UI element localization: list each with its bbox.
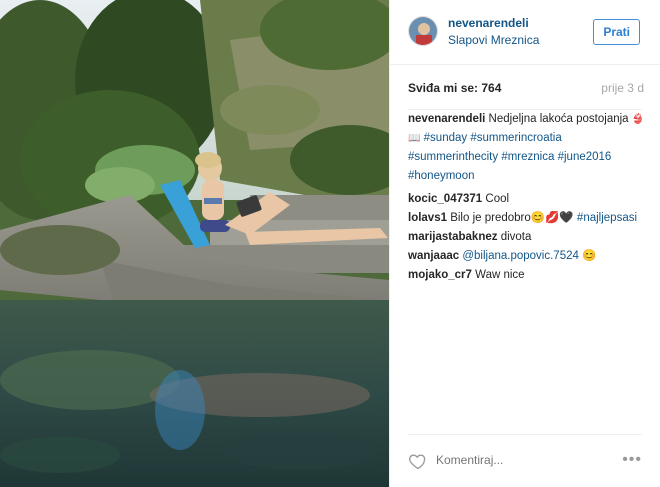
post-location[interactable]: Slapovi Mreznica [448,33,539,47]
hashtag[interactable]: #najljepsasi [577,212,637,224]
comment-username[interactable]: marijastabaknez [408,231,498,243]
instagram-post: nevenarendeli Slapovi Mreznica Prati Svi… [0,0,660,487]
photo-illustration [0,0,389,487]
post-header: nevenarendeli Slapovi Mreznica Prati [390,0,660,65]
comment-item: wanjaaac @biljana.popovic.7524 😊 [408,247,653,266]
caption-username[interactable]: nevenarendeli [408,113,485,125]
comment-text: Bilo je predobro😊💋🖤 [450,212,574,224]
comment-username[interactable]: lolavs1 [408,212,447,224]
likes-label: Sviđa mi se: [408,81,479,95]
comment-item: mojako_cr7 Waw nice [408,266,653,285]
caption-text: Nedjeljna lakoća postojanja [488,113,629,125]
more-options-icon[interactable]: ••• [622,451,642,469]
likes-row: Sviđa mi se: 764 prije 3 d [408,65,644,110]
likes-count[interactable]: Sviđa mi se: 764 [408,81,501,95]
user-avatar[interactable] [408,16,438,46]
hashtag[interactable]: #mreznica [501,151,554,163]
comment-item: lolavs1 Bilo je predobro😊💋🖤 #najljepsasi [408,209,653,228]
hashtag[interactable]: #honeymoon [408,170,475,182]
comment-text: Waw nice [475,269,525,281]
comment-input[interactable] [436,453,606,467]
avatar-image [409,17,437,45]
comment-username[interactable]: wanjaaac [408,250,459,262]
comment-username[interactable]: kocic_047371 [408,193,482,205]
comment-username[interactable]: mojako_cr7 [408,269,472,281]
heart-icon[interactable] [408,451,428,471]
post-footer: ••• [408,434,642,487]
comment-list: nevenarendeli Nedjeljna lakoća postojanj… [408,110,653,285]
comment-item: marijastabaknez divota [408,228,653,247]
hashtag[interactable]: #june2016 [558,151,612,163]
post-time[interactable]: prije 3 d [601,81,644,95]
comment-emoji: 😊 [582,250,597,262]
likes-number: 764 [481,81,502,95]
hashtag[interactable]: #summerincroatia [470,132,561,144]
comment-text: divota [500,231,532,243]
caption: nevenarendeli Nedjeljna lakoća postojanj… [408,110,653,186]
post-photo[interactable] [0,0,389,487]
comment-text: Cool [485,193,510,205]
hashtag[interactable]: #summerinthecity [408,151,498,163]
user-mention[interactable]: @biljana.popovic.7524 [462,250,579,262]
post-sidebar: nevenarendeli Slapovi Mreznica Prati Svi… [389,0,660,487]
post-username[interactable]: nevenarendeli [448,16,529,30]
hashtag[interactable]: #sunday [424,132,467,144]
follow-button[interactable]: Prati [593,19,640,45]
comment-item: kocic_047371 Cool [408,190,653,209]
